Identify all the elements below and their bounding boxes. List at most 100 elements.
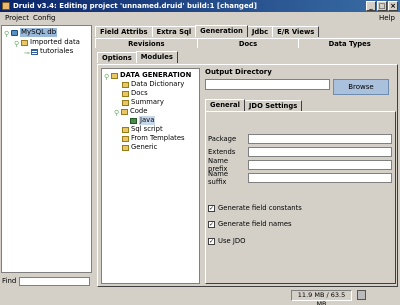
gen-tree-root-label: DATA GENERATION	[120, 71, 192, 79]
checkbox-label: Use JDO	[218, 237, 246, 245]
expand-handle-icon[interactable]: ⊸	[24, 49, 30, 57]
package-field-row: Package	[208, 134, 392, 144]
browse-button[interactable]: Browse	[333, 79, 389, 95]
checkmark-icon: ✓	[208, 204, 215, 212]
project-tree[interactable]: ⚲ MySQL db ⚲ Imported data ⊸ tutoriales	[1, 25, 92, 273]
checkbox-label: Generate field names	[218, 220, 292, 228]
folder-icon	[21, 39, 28, 46]
tree-item-imported-data[interactable]: ⚲ Imported data	[14, 38, 80, 48]
database-icon	[11, 29, 18, 36]
gen-tree-item[interactable]: Data Dictionary	[122, 80, 184, 89]
tab-general[interactable]: General	[205, 99, 245, 111]
top-tabs: Field Attribs Extra Sql Generation Jdbc …	[95, 25, 320, 38]
gen-tree-root[interactable]: ⚲ DATA GENERATION	[104, 71, 192, 81]
gen-tree-item[interactable]: Docs	[122, 89, 148, 98]
find-bar: Find	[2, 276, 90, 286]
package-input[interactable]	[248, 134, 392, 144]
expand-handle-icon[interactable]: ⚲	[14, 40, 19, 48]
menu-help[interactable]: Help	[376, 12, 398, 24]
title-bar: Druid v3.4: Editing project 'unnamed.dru…	[0, 0, 400, 12]
tab-generation[interactable]: Generation	[195, 25, 248, 37]
menu-project[interactable]: Project	[2, 12, 32, 24]
folder-icon	[122, 81, 129, 88]
output-directory-input[interactable]	[205, 79, 330, 90]
window-title: Druid v3.4: Editing project 'unnamed.dru…	[13, 2, 257, 10]
extends-label: Extends	[208, 148, 236, 156]
tab-jdbc[interactable]: Jdbc	[246, 26, 274, 37]
table-icon	[31, 48, 38, 55]
folder-icon	[121, 108, 128, 115]
expand-handle-icon[interactable]: ⚲	[4, 30, 9, 38]
tab-field-attribs[interactable]: Field Attribs	[95, 26, 153, 37]
gen-tree-item-label: Data Dictionary	[131, 80, 185, 88]
extends-field-row: Extends	[208, 147, 392, 157]
generate-field-names-checkbox[interactable]: ✓ Generate field names	[208, 219, 292, 229]
modules-panel: ⚲ DATA GENERATION Data Dictionary Docs S…	[97, 64, 398, 287]
gen-tree-item[interactable]: Generic	[122, 143, 157, 152]
gen-tree-item-label: Code	[130, 107, 148, 115]
tab-options[interactable]: Options	[97, 52, 137, 63]
menu-bar: Project Config Help	[0, 12, 400, 24]
gen-tree-item-code[interactable]: ⚲ Code	[114, 107, 148, 117]
garbage-collect-icon[interactable]	[357, 290, 366, 300]
folder-icon	[111, 72, 118, 79]
gen-tree-item[interactable]: Sql script	[122, 125, 163, 134]
gen-tree-item-label: Summary	[131, 98, 164, 106]
folder-icon	[122, 99, 129, 106]
gen-tree-item[interactable]: Summary	[122, 98, 164, 107]
menu-config[interactable]: Config	[30, 12, 58, 24]
checkbox-label: Generate field constants	[218, 204, 302, 212]
extends-input[interactable]	[248, 147, 392, 157]
gen-tree-item[interactable]: From Templates	[122, 134, 185, 143]
folder-icon	[122, 144, 129, 151]
checkmark-icon: ✓	[208, 220, 215, 228]
app-icon	[2, 2, 10, 10]
gen-tree-item-label: Docs	[131, 89, 148, 97]
status-bar: 11.9 MB / 63.5 MB	[95, 290, 400, 305]
name-suffix-label: Name suffix	[208, 170, 229, 186]
tab-er-views[interactable]: E/R Views	[272, 26, 320, 37]
tree-item-label: tutoriales	[40, 47, 74, 55]
checkmark-icon: ✓	[208, 237, 215, 245]
tree-item-tutoriales[interactable]: ⊸ tutoriales	[24, 47, 74, 57]
tree-item-mysql-db[interactable]: ⚲ MySQL db	[4, 28, 58, 38]
tab-jdo-settings[interactable]: JDO Settings	[243, 100, 303, 111]
folder-icon	[122, 135, 129, 142]
tab-data-types[interactable]: Data Types	[298, 38, 400, 48]
package-label: Package	[208, 135, 237, 143]
tab-docs[interactable]: Docs	[196, 38, 300, 48]
generation-tree[interactable]: ⚲ DATA GENERATION Data Dictionary Docs S…	[101, 68, 200, 284]
minimize-button[interactable]: _	[366, 1, 376, 11]
folder-icon	[122, 90, 129, 97]
close-button[interactable]: ×	[388, 1, 398, 11]
name-suffix-field-row: Name suffix	[208, 170, 392, 186]
find-label: Find	[2, 277, 17, 285]
tab-revisions[interactable]: Revisions	[95, 38, 198, 48]
expand-handle-icon[interactable]: ⚲	[104, 73, 109, 81]
java-module-icon	[130, 117, 137, 124]
gen-tree-item-label: Generic	[131, 143, 158, 151]
name-suffix-input[interactable]	[248, 173, 392, 183]
memory-usage: 11.9 MB / 63.5 MB	[291, 290, 352, 305]
output-directory-title: Output Directory	[205, 68, 272, 76]
generate-field-constants-checkbox[interactable]: ✓ Generate field constants	[208, 203, 302, 213]
maximize-button[interactable]: □	[377, 1, 387, 11]
use-jdo-checkbox[interactable]: ✓ Use JDO	[208, 236, 245, 246]
tab-modules[interactable]: Modules	[135, 51, 178, 63]
tree-item-label: MySQL db	[20, 28, 58, 37]
find-input[interactable]	[19, 276, 90, 286]
gen-tree-item-java[interactable]: Java	[130, 116, 156, 125]
general-settings-panel: Package Extends Name prefix Name suffix …	[205, 111, 396, 284]
folder-icon	[122, 126, 129, 133]
inner-tabs: Options Modules	[97, 51, 178, 64]
tree-item-label: Imported data	[30, 38, 80, 46]
name-prefix-input[interactable]	[248, 160, 392, 170]
gen-tree-item-label: Java	[139, 116, 156, 125]
second-row-tabs: Revisions Docs Data Types	[95, 38, 400, 48]
name-prefix-field-row: Name prefix	[208, 157, 392, 173]
main-area: Field Attribs Extra Sql Generation Jdbc …	[95, 25, 400, 287]
gen-tree-item-label: Sql script	[131, 125, 163, 133]
tab-extra-sql[interactable]: Extra Sql	[151, 26, 197, 37]
gen-tree-item-label: From Templates	[131, 134, 185, 142]
expand-handle-icon[interactable]: ⚲	[114, 109, 119, 117]
